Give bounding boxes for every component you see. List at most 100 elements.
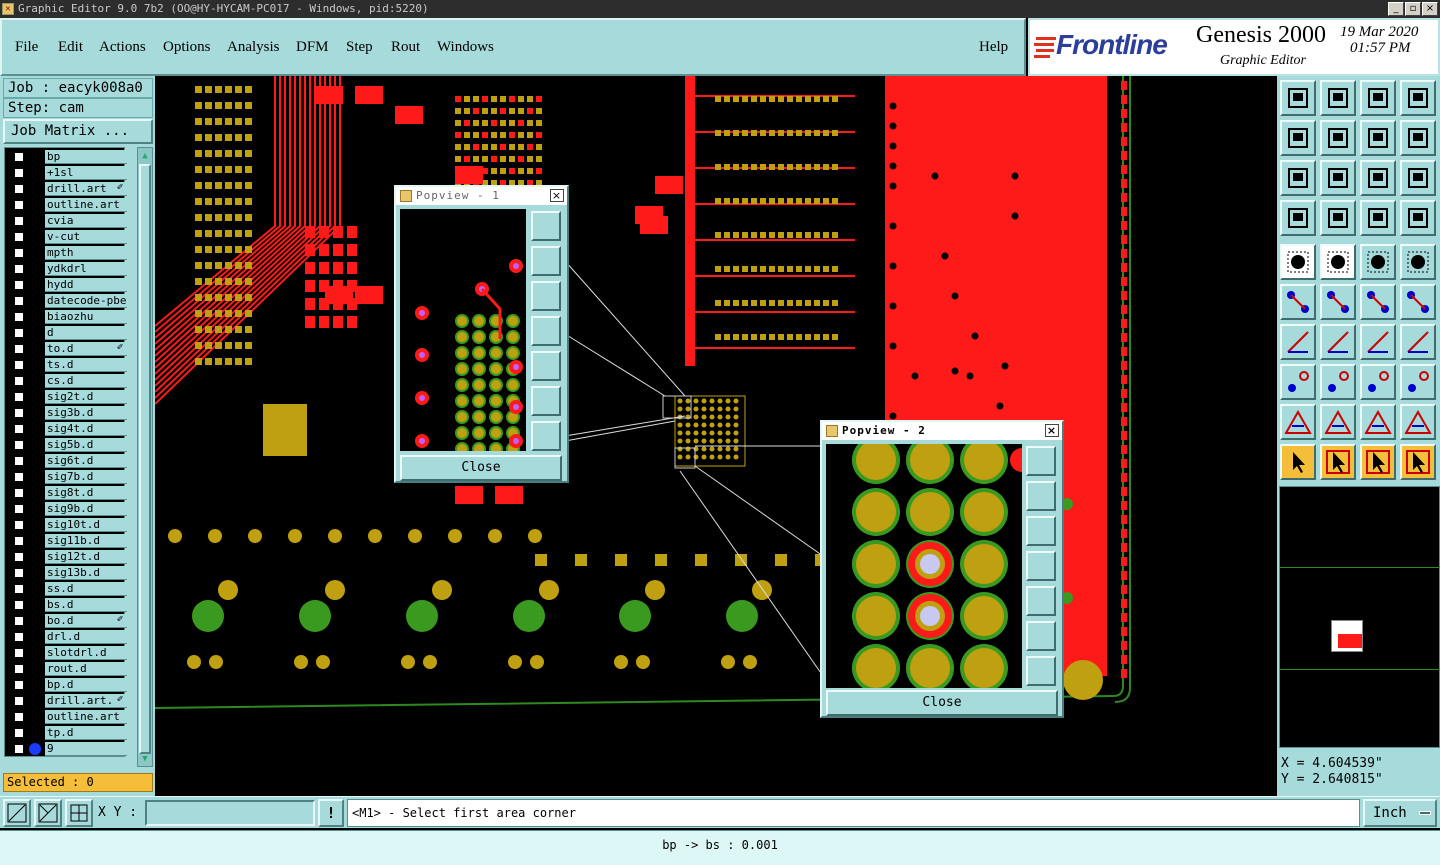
overview-viewport[interactable]: [1331, 620, 1363, 652]
layer-checkbox[interactable]: [13, 679, 25, 691]
tool-button[interactable]: [1320, 200, 1356, 236]
xy-input[interactable]: [145, 800, 315, 826]
layer-name[interactable]: bp.d: [45, 678, 127, 692]
layer-checkbox[interactable]: [13, 263, 25, 275]
layer-checkbox[interactable]: [13, 727, 25, 739]
layer-checkbox[interactable]: [13, 423, 25, 435]
tool-button[interactable]: [1360, 80, 1396, 116]
layer-checkbox[interactable]: [13, 407, 25, 419]
layer-name[interactable]: sig10t.d: [45, 518, 127, 532]
layer-name[interactable]: bs.d: [45, 598, 127, 612]
layer-row[interactable]: cs.d: [11, 373, 129, 389]
layer-checkbox[interactable]: [13, 471, 25, 483]
layer-name[interactable]: sig5b.d: [45, 438, 127, 452]
tool-button[interactable]: [1400, 404, 1436, 440]
popview-2-pan-up-button[interactable]: [1026, 481, 1056, 511]
tool-button[interactable]: [1400, 120, 1436, 156]
layer-name[interactable]: sig6t.d: [45, 454, 127, 468]
layer-checkbox[interactable]: [13, 199, 25, 211]
popview-2-pan-down-button[interactable]: [1026, 516, 1056, 546]
tool-button[interactable]: [1400, 80, 1436, 116]
layer-row[interactable]: 9: [11, 741, 129, 757]
layer-row[interactable]: drill.art. ✐: [11, 693, 129, 709]
layer-row[interactable]: sig9b.d: [11, 501, 129, 517]
popview-2-close-icon[interactable]: ×: [1045, 424, 1059, 437]
layer-row[interactable]: outline.art: [11, 709, 129, 725]
layer-row[interactable]: drl.d: [11, 629, 129, 645]
layer-name[interactable]: ydkdrl: [45, 262, 127, 276]
menu-actions[interactable]: Actions: [99, 39, 146, 56]
layer-row[interactable]: bs.d: [11, 597, 129, 613]
layer-name[interactable]: rout.d: [45, 662, 127, 676]
tool-button[interactable]: [1320, 244, 1356, 280]
grid-button[interactable]: [65, 799, 93, 827]
layer-checkbox[interactable]: [13, 439, 25, 451]
tool-button[interactable]: [1400, 324, 1436, 360]
layer-checkbox[interactable]: [13, 551, 25, 563]
layer-row[interactable]: sig2t.d: [11, 389, 129, 405]
layer-row[interactable]: bp: [11, 149, 129, 165]
popview-1-titlebar[interactable]: Popview - 1 ×: [396, 187, 567, 205]
layer-checkbox[interactable]: [13, 359, 25, 371]
layer-scrollbar[interactable]: ▲ ▼: [137, 147, 153, 767]
tool-button[interactable]: [1320, 80, 1356, 116]
popview-2-pan-left-button[interactable]: [1026, 551, 1056, 581]
layer-row[interactable]: sig10t.d: [11, 517, 129, 533]
menu-rout[interactable]: Rout: [391, 39, 420, 56]
layer-checkbox[interactable]: [13, 615, 25, 627]
layer-name[interactable]: sig12t.d: [45, 550, 127, 564]
zoom-area-button[interactable]: [3, 799, 31, 827]
tool-button[interactable]: [1320, 160, 1356, 196]
popview-2-zoom-out-button[interactable]: [1026, 656, 1056, 686]
layer-name[interactable]: sig8t.d: [45, 486, 127, 500]
menu-windows[interactable]: Windows: [437, 39, 494, 56]
layer-row[interactable]: ts.d: [11, 357, 129, 373]
layer-name[interactable]: bo.d: [45, 614, 127, 628]
layer-row[interactable]: sig3b.d: [11, 405, 129, 421]
layer-checkbox[interactable]: [13, 391, 25, 403]
tool-button[interactable]: [1280, 200, 1316, 236]
layer-checkbox[interactable]: [13, 327, 25, 339]
layer-checkbox[interactable]: [13, 711, 25, 723]
tool-button[interactable]: [1400, 200, 1436, 236]
layer-name[interactable]: ss.d: [45, 582, 127, 596]
layer-row[interactable]: drill.art ✐: [11, 181, 129, 197]
layer-row[interactable]: sig13b.d: [11, 565, 129, 581]
layer-checkbox[interactable]: [13, 743, 25, 755]
layer-checkbox[interactable]: [13, 663, 25, 675]
tool-button[interactable]: [1320, 324, 1356, 360]
layer-name[interactable]: cvia: [45, 214, 127, 228]
layer-checkbox[interactable]: [13, 311, 25, 323]
maximize-button[interactable]: ▫: [1405, 2, 1421, 16]
layer-row[interactable]: d: [11, 325, 129, 341]
layer-name[interactable]: slotdrl.d: [45, 646, 127, 660]
layer-name[interactable]: sig13b.d: [45, 566, 127, 580]
menu-help[interactable]: Help: [979, 39, 1008, 56]
menu-analysis[interactable]: Analysis: [227, 39, 280, 56]
tool-button[interactable]: [1400, 444, 1436, 480]
tool-button[interactable]: [1360, 160, 1396, 196]
overview-map[interactable]: [1279, 486, 1440, 748]
tool-button[interactable]: [1280, 364, 1316, 400]
layer-row[interactable]: sig11b.d: [11, 533, 129, 549]
layer-checkbox[interactable]: [13, 151, 25, 163]
layer-row[interactable]: to.d ✐: [11, 341, 129, 357]
popview-2-zoom-button[interactable]: [1026, 446, 1056, 476]
layer-checkbox[interactable]: [13, 583, 25, 595]
layer-name[interactable]: datecode-pbe: [45, 294, 127, 308]
popview-1-pan-up-button[interactable]: [531, 246, 561, 276]
layer-row[interactable]: slotdrl.d: [11, 645, 129, 661]
layer-name[interactable]: mpth: [45, 246, 127, 260]
layer-name[interactable]: sig11b.d: [45, 534, 127, 548]
tool-button[interactable]: [1360, 200, 1396, 236]
layer-checkbox[interactable]: [13, 231, 25, 243]
popview-1-zoom-in-button[interactable]: [531, 386, 561, 416]
layer-row[interactable]: datecode-pbe: [11, 293, 129, 309]
layer-name[interactable]: d: [45, 326, 127, 340]
layer-name[interactable]: drl.d: [45, 630, 127, 644]
layer-name[interactable]: ts.d: [45, 358, 127, 372]
layer-row[interactable]: rout.d: [11, 661, 129, 677]
layer-row[interactable]: sig5b.d: [11, 437, 129, 453]
tool-button[interactable]: [1280, 284, 1316, 320]
layer-row[interactable]: v-cut: [11, 229, 129, 245]
